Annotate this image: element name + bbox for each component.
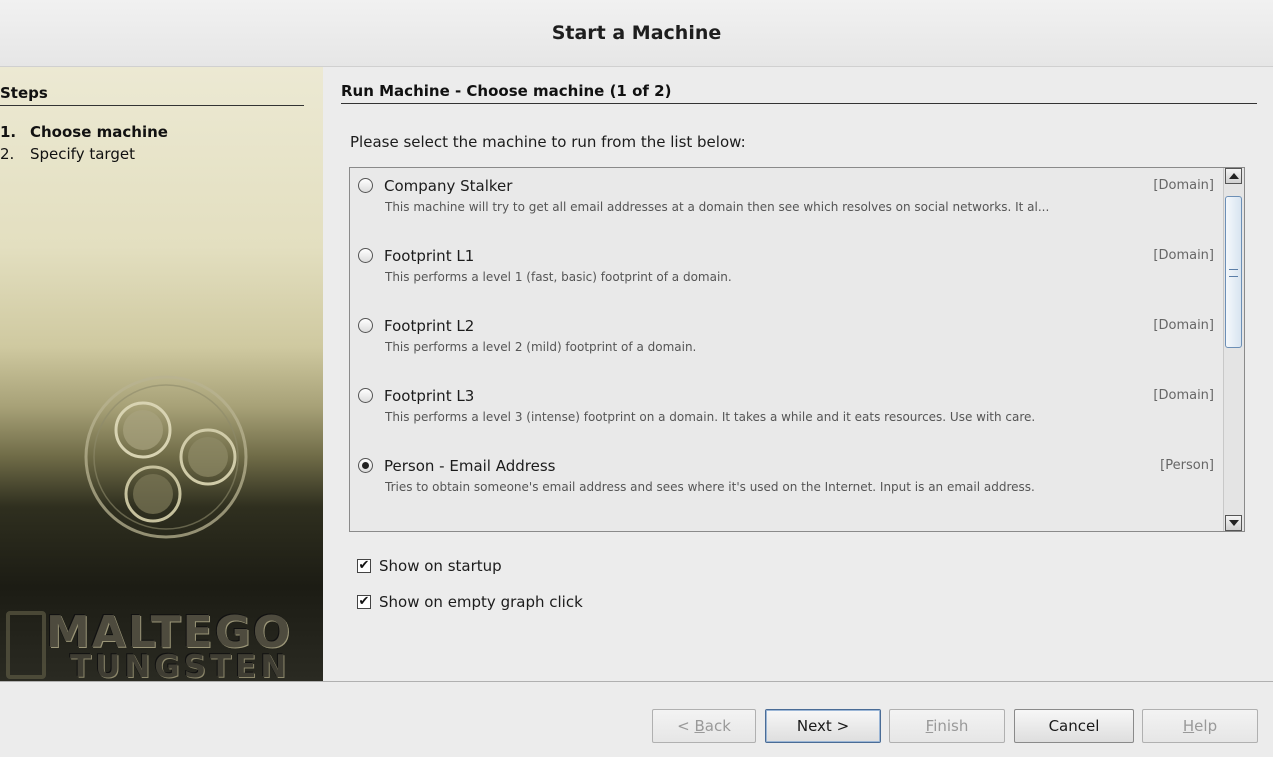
grip-icon [1229,269,1238,277]
machine-name: Company Stalker [384,177,513,195]
machine-description: This performs a level 3 (intense) footpr… [385,410,1036,424]
button-label-rest: inish [933,717,969,735]
machine-description: This performs a level 1 (fast, basic) fo… [385,270,732,284]
show-on-startup-option[interactable]: ✔ Show on startup [357,557,502,575]
checkbox-label: Show on empty graph click [379,593,583,611]
button-prefix: < [677,717,695,735]
button-bar: < Back Next > Finish Cancel Help [0,681,1273,757]
machine-description: This performs a level 2 (mild) footprint… [385,340,697,354]
scrollbar-thumb[interactable] [1225,196,1242,348]
machine-radio[interactable] [358,318,373,333]
machine-type: [Domain] [1153,248,1214,263]
step-label: Choose machine [30,123,168,141]
page-title: Run Machine - Choose machine (1 of 2) [341,82,1257,104]
back-button[interactable]: < Back [652,709,756,743]
machine-item-footprint-l3[interactable]: Footprint L3 [Domain] This performs a le… [350,378,1222,448]
step-specify-target: 2. Specify target [0,145,135,163]
brand-edition: TUNGSTEN [70,649,291,681]
machine-item-footprint-l1[interactable]: Footprint L1 [Domain] This performs a le… [350,238,1222,308]
machine-type: [Domain] [1153,318,1214,333]
step-number: 2. [0,145,15,163]
button-mnemonic: H [1182,717,1195,735]
button-label-rest: ack [704,717,731,735]
button-label-rest: elp [1194,717,1218,735]
machine-name: Footprint L2 [384,317,475,335]
steps-sidebar: Steps 1. Choose machine 2. Specify target … [0,67,323,681]
next-button[interactable]: Next > [765,709,881,743]
machine-name: Person - Email Address [384,457,556,475]
show-on-startup-checkbox[interactable]: ✔ [357,559,371,573]
machine-radio[interactable] [358,248,373,263]
machine-radio[interactable] [358,458,373,473]
step-choose-machine: 1. Choose machine [0,123,168,141]
machine-radio[interactable] [358,388,373,403]
machine-type: [Domain] [1153,388,1214,403]
machine-list-scrollbar[interactable] [1223,168,1244,531]
machine-radio[interactable] [358,178,373,193]
machine-type: [Domain] [1153,178,1214,193]
step-number: 1. [0,123,17,141]
machine-item-company-stalker[interactable]: Company Stalker [Domain] This machine wi… [350,168,1222,238]
show-on-empty-graph-click-checkbox[interactable]: ✔ [357,595,371,609]
machine-item-person-email-address[interactable]: Person - Email Address [Person] Tries to… [350,448,1222,518]
machine-name: Footprint L1 [384,247,475,265]
finish-button[interactable]: Finish [889,709,1005,743]
window-title: Start a Machine [0,0,1273,67]
step-label: Specify target [30,145,135,163]
brand-mark-icon [6,611,46,679]
scroll-down-icon[interactable] [1225,515,1242,531]
steps-heading: Steps [0,84,304,106]
checkbox-label: Show on startup [379,557,502,575]
machine-type: [Person] [1160,458,1214,473]
machine-name: Footprint L3 [384,387,475,405]
maltego-logo-icon [84,375,248,539]
machine-description: Tries to obtain someone's email address … [385,480,1035,494]
help-button[interactable]: Help [1142,709,1258,743]
show-on-empty-graph-click-option[interactable]: ✔ Show on empty graph click [357,593,583,611]
instructions-text: Please select the machine to run from th… [350,133,746,151]
button-mnemonic: B [694,717,705,735]
cancel-button[interactable]: Cancel [1014,709,1134,743]
scroll-up-icon[interactable] [1225,168,1242,184]
machine-list[interactable]: Company Stalker [Domain] This machine wi… [349,167,1245,532]
machine-item-footprint-l2[interactable]: Footprint L2 [Domain] This performs a le… [350,308,1222,378]
machine-description: This machine will try to get all email a… [385,200,1050,214]
